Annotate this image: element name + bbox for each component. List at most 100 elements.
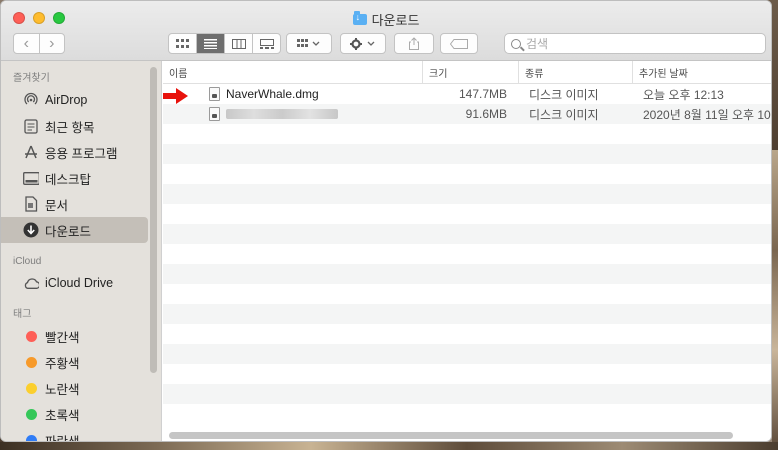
sidebar: 즐겨찾기 AirDrop 최근 항목 응용 프로그램 데스크탑 문서 다운로드 …	[1, 61, 162, 442]
file-name-cell	[163, 107, 423, 121]
airdrop-icon	[23, 92, 39, 108]
file-kind: 디스크 이미지	[529, 87, 599, 102]
redacted-file-name	[226, 109, 338, 119]
sidebar-item-tag-orange[interactable]: 주황색	[1, 349, 148, 375]
file-name: NaverWhale.dmg	[226, 87, 319, 101]
sidebar-item-downloads[interactable]: 다운로드	[1, 217, 148, 243]
disk-image-icon	[209, 87, 220, 101]
column-view-icon	[231, 38, 246, 49]
documents-icon	[23, 196, 39, 212]
window-title-text: 다운로드	[371, 13, 420, 28]
empty-row	[163, 264, 771, 284]
empty-row	[163, 244, 771, 264]
sidebar-section-tags: 태그	[13, 309, 32, 320]
applications-icon	[23, 144, 39, 160]
search-placeholder: 검색	[526, 37, 549, 51]
finder-window: 다운로드 ‹ ›	[0, 0, 772, 442]
sidebar-item-recents[interactable]: 최근 항목	[1, 113, 148, 139]
sidebar-item-label: 초록색	[45, 408, 80, 423]
empty-row	[163, 364, 771, 384]
empty-row	[163, 204, 771, 224]
group-by-button[interactable]	[286, 33, 332, 54]
sidebar-item-label: 파란색	[45, 434, 80, 442]
blue-tag-dot-icon	[26, 434, 37, 441]
sidebar-item-tag-green[interactable]: 초록색	[1, 401, 148, 427]
disk-image-icon	[209, 107, 220, 121]
sidebar-item-label: 문서	[45, 198, 69, 213]
sidebar-item-label: 노란색	[45, 382, 80, 397]
file-row[interactable]: NaverWhale.dmg 147.7MB 디스크 이미지 오늘 오후 12:…	[163, 84, 771, 104]
empty-row	[163, 384, 771, 404]
file-list: 이름 크기 종류 추가된 날짜 NaverWhale.dmg 147.7MB 디…	[163, 61, 771, 441]
empty-row	[163, 324, 771, 344]
red-tag-dot-icon	[26, 330, 37, 342]
sidebar-item-tag-yellow[interactable]: 노란색	[1, 375, 148, 401]
cloud-icon	[23, 275, 39, 291]
sidebar-item-label: 빨간색	[45, 330, 80, 345]
empty-row	[163, 284, 771, 304]
sidebar-item-label: 데스크탑	[45, 172, 92, 187]
icon-view-button[interactable]	[169, 34, 197, 53]
column-header-name[interactable]: 이름	[163, 61, 423, 83]
group-icon	[297, 38, 320, 47]
sidebar-item-label: 주황색	[45, 356, 80, 371]
empty-row	[163, 224, 771, 244]
desktop-background-bottom	[0, 442, 778, 450]
file-size: 147.7MB	[458, 87, 507, 101]
sidebar-item-label: 최근 항목	[45, 120, 95, 135]
column-header-size[interactable]: 크기	[423, 61, 519, 83]
sidebar-item-applications[interactable]: 응용 프로그램	[1, 139, 148, 165]
search-field[interactable]: 검색	[504, 33, 766, 54]
sidebar-item-label: 다운로드	[45, 224, 92, 239]
back-button[interactable]: ‹	[14, 34, 40, 53]
horizontal-scrollbar[interactable]	[169, 432, 733, 439]
sidebar-item-icloud-drive[interactable]: iCloud Drive	[1, 270, 148, 296]
desktop-icon	[23, 170, 39, 186]
downloads-folder-icon	[352, 11, 367, 25]
sidebar-item-airdrop[interactable]: AirDrop	[1, 87, 148, 113]
file-kind: 디스크 이미지	[529, 107, 599, 122]
forward-button[interactable]: ›	[40, 34, 65, 53]
file-row[interactable]: 91.6MB 디스크 이미지 2020년 8월 11일 오후 10:	[163, 104, 771, 124]
empty-row	[163, 344, 771, 364]
gallery-view-button[interactable]	[253, 34, 280, 53]
window-title: 다운로드	[1, 10, 771, 29]
list-view-icon	[204, 38, 217, 49]
icon-view-icon	[176, 38, 189, 48]
sidebar-section-icloud: iCloud	[13, 256, 42, 267]
gallery-view-icon	[259, 38, 274, 49]
sidebar-item-tag-blue[interactable]: 파란색	[1, 427, 148, 442]
sidebar-scrollbar[interactable]	[150, 67, 157, 373]
red-arrow-annotation-icon	[163, 88, 188, 104]
tags-button[interactable]	[440, 33, 478, 54]
sidebar-item-label: iCloud Drive	[45, 276, 114, 290]
file-size: 91.6MB	[465, 107, 507, 121]
view-mode-group	[168, 33, 281, 54]
action-button[interactable]	[340, 33, 386, 54]
sidebar-section-favorites: 즐겨찾기	[13, 73, 50, 84]
sidebar-item-desktop[interactable]: 데스크탑	[1, 165, 148, 191]
column-header-date-added[interactable]: 추가된 날짜	[633, 61, 771, 83]
sidebar-item-label: 응용 프로그램	[45, 146, 118, 161]
file-date-added: 오늘 오후 12:13	[643, 87, 724, 102]
yellow-tag-dot-icon	[26, 382, 37, 394]
share-button[interactable]	[394, 33, 434, 54]
downloads-icon	[23, 222, 39, 238]
column-view-button[interactable]	[225, 34, 253, 53]
empty-row	[163, 164, 771, 184]
column-header-kind[interactable]: 종류	[519, 61, 633, 83]
desktop-background	[772, 150, 778, 450]
empty-row	[163, 404, 771, 424]
share-icon	[409, 37, 419, 50]
sidebar-item-tag-red[interactable]: 빨간색	[1, 323, 148, 349]
column-header-row: 이름 크기 종류 추가된 날짜	[163, 61, 771, 84]
file-rows: NaverWhale.dmg 147.7MB 디스크 이미지 오늘 오후 12:…	[163, 84, 771, 424]
sidebar-item-label: AirDrop	[45, 93, 88, 107]
list-view-button[interactable]	[197, 34, 225, 53]
title-bar: 다운로드 ‹ ›	[1, 1, 771, 61]
orange-tag-dot-icon	[26, 356, 37, 368]
sidebar-item-documents[interactable]: 문서	[1, 191, 148, 217]
recents-icon	[23, 118, 39, 134]
navigation-group: ‹ ›	[13, 33, 65, 54]
file-name-cell: NaverWhale.dmg	[163, 87, 423, 101]
